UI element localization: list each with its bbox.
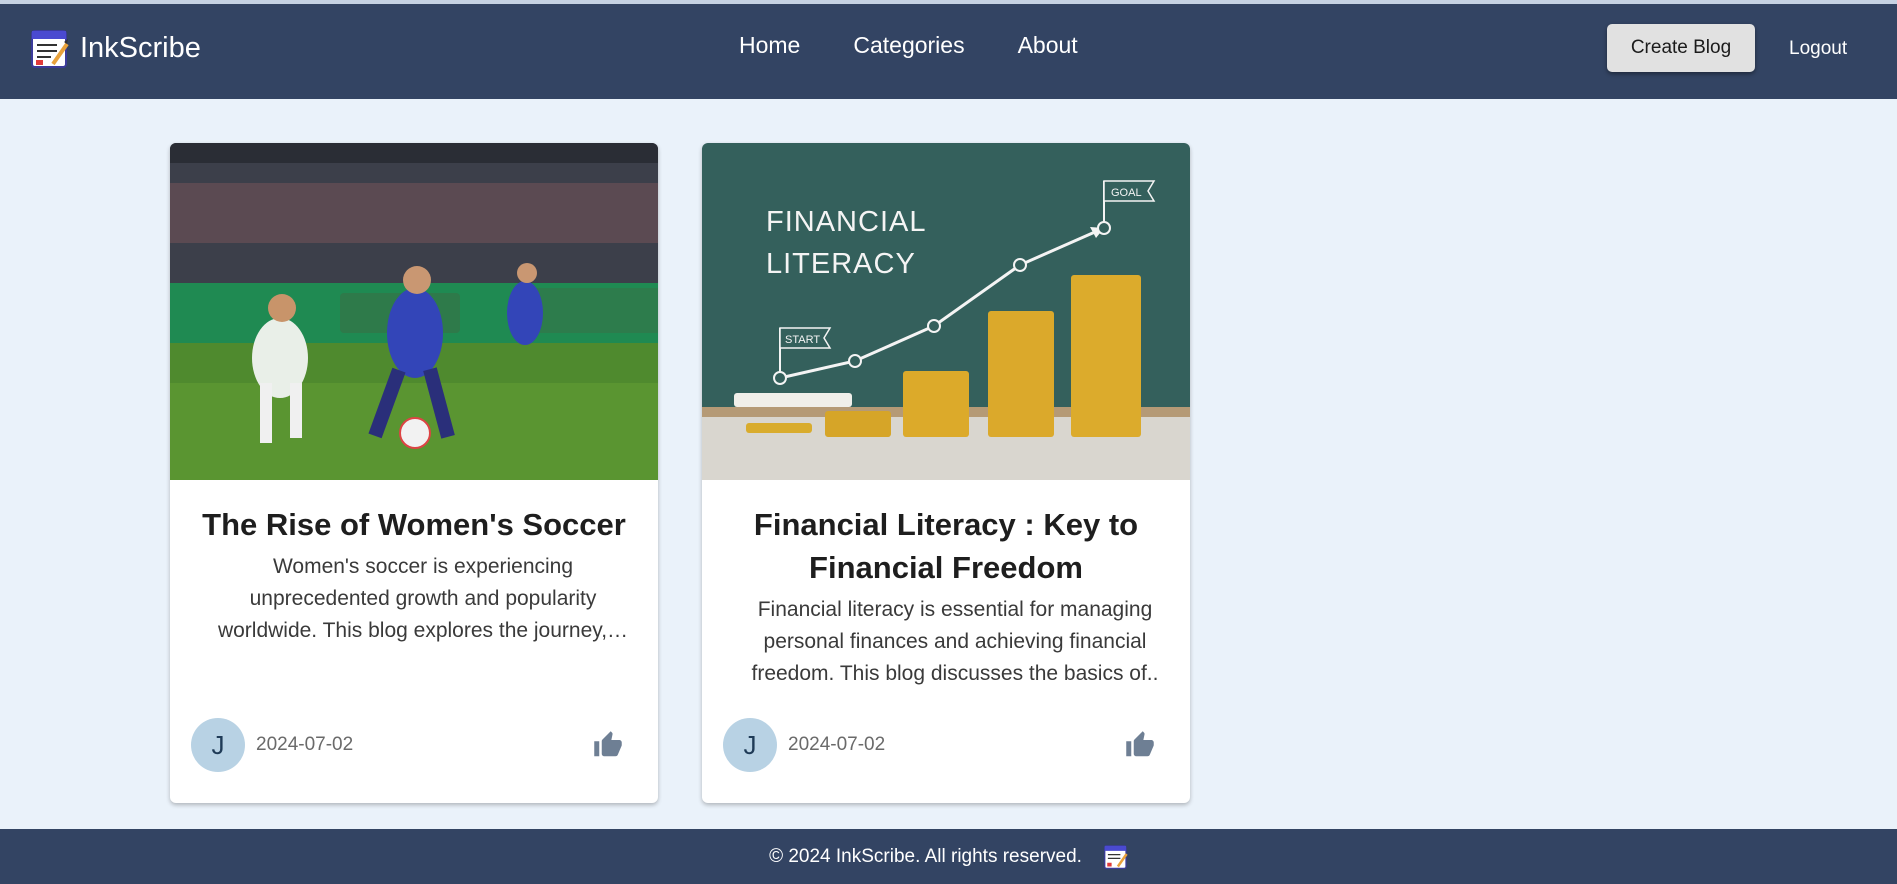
logout-button[interactable]: Logout xyxy=(1789,38,1847,60)
brand[interactable]: InkScribe xyxy=(31,28,201,68)
chalk-headline-line1: FINANCIAL xyxy=(766,206,926,238)
chalk-headline-line2: LITERACY xyxy=(766,248,916,280)
card-footer: J 2024-07-02 xyxy=(191,718,641,774)
copyright-text: © 2024 InkScribe. All rights reserved. xyxy=(769,845,1082,867)
post-title[interactable]: Financial Literacy : Key to Financial Fr… xyxy=(702,503,1190,589)
post-date: 2024-07-02 xyxy=(256,734,354,755)
notepad-pencil-icon xyxy=(31,30,69,68)
nav-links: Home Categories About xyxy=(739,32,1131,59)
blog-card-soccer[interactable]: The Rise of Women's Soccer Women's socce… xyxy=(170,143,658,803)
blog-card-financial[interactable]: FINANCIAL LITERACY START GOAL Financial … xyxy=(702,143,1190,803)
post-date: 2024-07-02 xyxy=(788,734,886,755)
soccer-match-image[interactable] xyxy=(170,143,658,480)
footer: © 2024 InkScribe. All rights reserved. xyxy=(0,829,1897,884)
chalk-goal-flag: GOAL xyxy=(1111,187,1142,199)
avatar[interactable]: J xyxy=(191,718,245,772)
post-title[interactable]: The Rise of Women's Soccer xyxy=(170,503,658,546)
card-footer: J 2024-07-02 xyxy=(723,718,1173,774)
nav-link-about[interactable]: About xyxy=(1018,32,1078,59)
post-excerpt: Women's soccer is experiencing unprecede… xyxy=(217,555,629,642)
nav-link-home[interactable]: Home xyxy=(739,32,800,59)
avatar[interactable]: J xyxy=(723,718,777,772)
create-blog-button[interactable]: Create Blog xyxy=(1607,24,1755,72)
financial-literacy-image[interactable]: FINANCIAL LITERACY START GOAL xyxy=(702,143,1190,480)
navbar: InkScribe Home Categories About Create B… xyxy=(0,4,1897,99)
thumbs-up-icon[interactable] xyxy=(1124,730,1156,760)
thumbs-up-icon[interactable] xyxy=(592,730,624,760)
notepad-pencil-icon xyxy=(1104,845,1128,869)
post-excerpt: Financial literacy is essential for mana… xyxy=(751,598,1159,685)
nav-link-categories[interactable]: Categories xyxy=(853,32,964,59)
chalk-start-flag: START xyxy=(785,334,820,346)
brand-name: InkScribe xyxy=(80,31,201,64)
